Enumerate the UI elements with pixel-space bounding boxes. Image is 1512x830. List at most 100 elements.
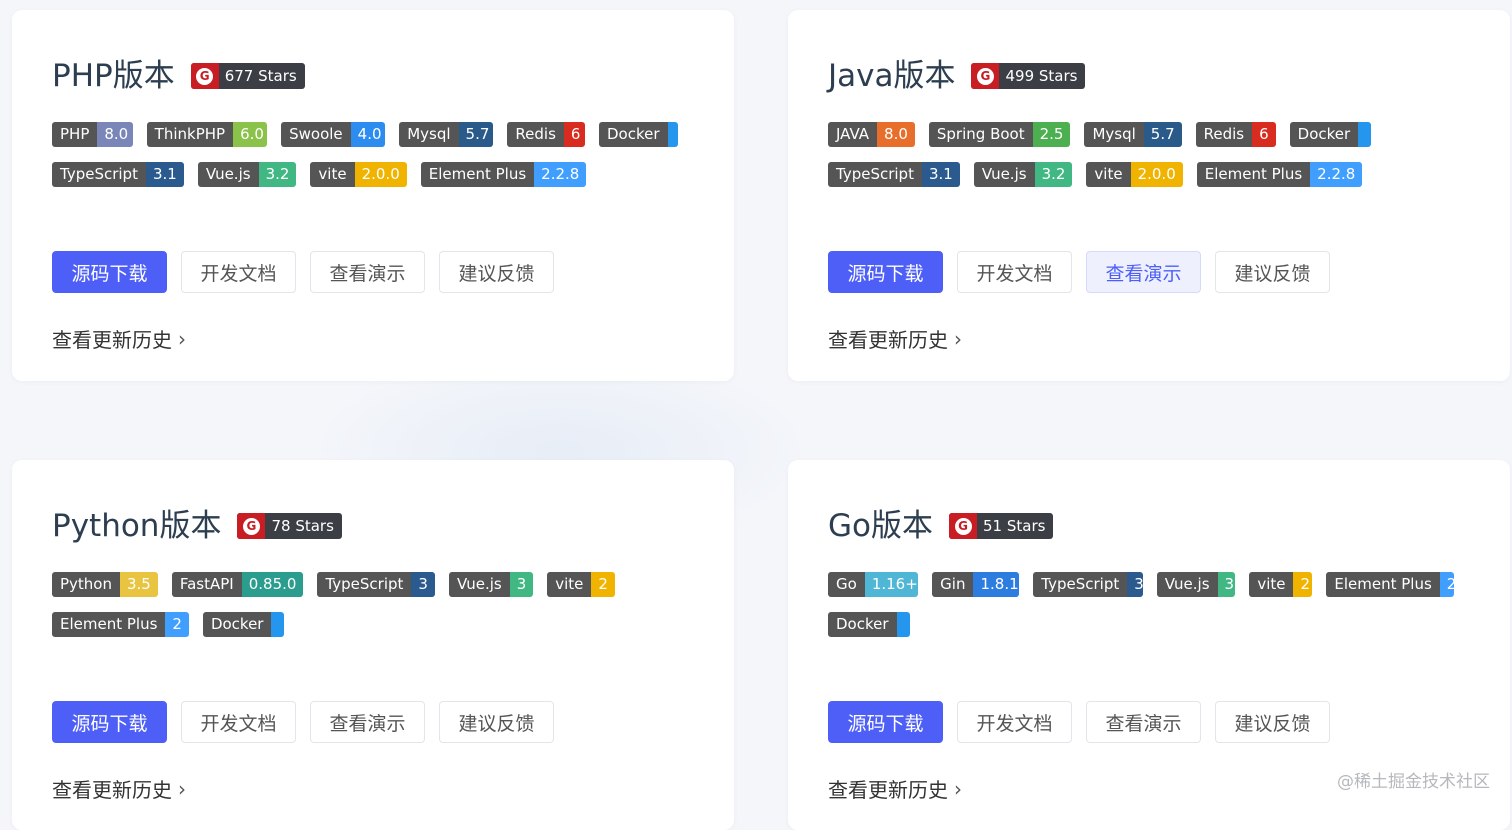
badge-value: 2.2.8 (534, 162, 587, 187)
feedback-button[interactable]: 建议反馈 (1215, 251, 1330, 293)
badge-label: Go (828, 572, 865, 597)
gitee-logo-glyph: G (976, 67, 994, 85)
tech-badge: Vue.js 3.2 (973, 162, 1073, 187)
gitee-icon: G (237, 513, 266, 539)
badge-row: TypeScript 3.1 Vue.js 3.2 vite 2.0.0 Element P… (828, 162, 1468, 187)
demo-button[interactable]: 查看演示 (1086, 251, 1201, 293)
version-card-python: Python版本 G 78 Stars Python 3.5 FastAPI 0.85.0 T… (12, 460, 734, 830)
tech-badge: Docker (1289, 122, 1372, 147)
badge-value: 3.1 (145, 162, 184, 187)
feedback-button[interactable]: 建议反馈 (1215, 701, 1330, 743)
feedback-button[interactable]: 建议反馈 (439, 251, 554, 293)
tech-badges: Python 3.5 FastAPI 0.85.0 TypeScript 3 Vue.js 3… (52, 572, 692, 652)
tech-badge: Python 3.5 (52, 572, 158, 597)
tech-badge: Mysql 5.7 (1084, 122, 1182, 147)
badge-value: 0.85.0 (241, 572, 304, 597)
tech-badge: Go 1.16+ (828, 572, 919, 597)
update-history-link[interactable]: 查看更新历史 › (52, 324, 186, 353)
card-title: Go版本 (828, 508, 933, 544)
update-history-label: 查看更新历史 (52, 328, 172, 352)
action-buttons: 源码下载 开发文档 查看演示 建议反馈 (828, 251, 1344, 293)
tech-badge: PHP 8.0 (52, 122, 133, 147)
version-card-java: Java版本 G 499 Stars JAVA 8.0 Spring Boot 2.5 Mys… (788, 10, 1510, 381)
version-card-php: PHP版本 G 677 Stars PHP 8.0 ThinkPHP 6.0 Swoole 4.… (12, 10, 734, 381)
tech-badges: JAVA 8.0 Spring Boot 2.5 Mysql 5.7 Redis 6 Docke… (828, 122, 1468, 202)
badge-value: 2.5 (1032, 122, 1071, 147)
badge-row: JAVA 8.0 Spring Boot 2.5 Mysql 5.7 Redis 6 Docke… (828, 122, 1468, 147)
badge-value: 5.7 (458, 122, 494, 147)
gitee-icon: G (971, 63, 1000, 89)
gitee-stars-badge[interactable]: G 677 Stars (190, 63, 305, 89)
gitee-logo-glyph: G (242, 517, 260, 535)
gitee-icon: G (949, 513, 977, 539)
tech-badge: JAVA 8.0 (828, 122, 915, 147)
feedback-button[interactable]: 建议反馈 (439, 701, 554, 743)
tech-badge: FastAPI 0.85.0 (171, 572, 304, 597)
card-title: PHP版本 (52, 58, 175, 94)
chevron-right-icon: › (178, 326, 186, 351)
action-buttons: 源码下载 开发文档 查看演示 建议反馈 (52, 251, 568, 293)
stars-count: 78 Stars (271, 517, 334, 535)
badge-value: 1.16+ (864, 572, 919, 597)
badge-label: Vue.js (1156, 572, 1218, 597)
badge-label: Swoole (281, 122, 351, 147)
tech-badge: ThinkPHP 6.0 (146, 122, 268, 147)
badge-value: 2 (1293, 572, 1313, 597)
badge-label: FastAPI (171, 572, 242, 597)
download-source-button[interactable]: 源码下载 (828, 701, 943, 743)
download-source-button[interactable]: 源码下载 (828, 251, 943, 293)
tech-badge: Vue.js 3.2 (197, 162, 297, 187)
badge-label: Spring Boot (928, 122, 1033, 147)
update-history-label: 查看更新历史 (52, 778, 172, 802)
update-history-label: 查看更新历史 (828, 328, 948, 352)
badge-value: 2 (591, 572, 615, 597)
badge-value: 2 (1439, 572, 1454, 597)
docs-button[interactable]: 开发文档 (957, 701, 1072, 743)
gitee-icon: G (190, 63, 219, 89)
docs-button[interactable]: 开发文档 (181, 251, 296, 293)
docs-button[interactable]: 开发文档 (957, 251, 1072, 293)
badge-label: Vue.js (197, 162, 259, 187)
download-source-button[interactable]: 源码下载 (52, 701, 167, 743)
demo-button[interactable]: 查看演示 (1086, 701, 1201, 743)
tech-badge: TypeScript 3.1 (52, 162, 184, 187)
gitee-stars-badge[interactable]: G 51 Stars (949, 513, 1054, 539)
stars-count: 51 Stars (983, 517, 1046, 535)
tech-badge: Mysql 5.7 (399, 122, 494, 147)
badge-value: 3 (509, 572, 534, 597)
badge-label: TypeScript (1033, 572, 1128, 597)
badge-label: vite (1086, 162, 1131, 187)
tech-badge: Swoole 4.0 (281, 122, 386, 147)
badge-label: Element Plus (52, 612, 166, 637)
download-source-button[interactable]: 源码下载 (52, 251, 167, 293)
badge-label: PHP (52, 122, 98, 147)
badge-label: ThinkPHP (146, 122, 234, 147)
badge-row: Element Plus 2 Docker (52, 612, 692, 637)
tech-badge: Element Plus 2 (1326, 572, 1454, 597)
demo-button[interactable]: 查看演示 (310, 701, 425, 743)
badge-value: 3.2 (258, 162, 297, 187)
docs-button[interactable]: 开发文档 (181, 701, 296, 743)
chevron-right-icon: › (178, 776, 186, 801)
badge-label: Mysql (1084, 122, 1144, 147)
update-history-link[interactable]: 查看更新历史 › (828, 774, 962, 803)
gitee-stars-badge[interactable]: G 499 Stars (971, 63, 1086, 89)
badge-value (667, 122, 678, 147)
card-header: Java版本 G 499 Stars (828, 56, 1086, 96)
watermark: @稀土掘金技术社区 (1337, 772, 1490, 792)
badge-row: Go 1.16+ Gin 1.8.1 TypeScript 3 Vue.js 3 vite 2 El… (828, 572, 1468, 597)
badge-value: 3.2 (1034, 162, 1073, 187)
badge-label: Python (52, 572, 120, 597)
update-history-link[interactable]: 查看更新历史 › (52, 774, 186, 803)
badge-row: TypeScript 3.1 Vue.js 3.2 vite 2.0.0 Element P… (52, 162, 692, 187)
badge-value: 6 (1252, 122, 1276, 147)
tech-badge: vite 2 (547, 572, 615, 597)
update-history-link[interactable]: 查看更新历史 › (828, 324, 962, 353)
badge-label: TypeScript (828, 162, 922, 187)
gitee-stars-badge[interactable]: G 78 Stars (237, 513, 342, 539)
demo-button[interactable]: 查看演示 (310, 251, 425, 293)
badge-value: 3 (411, 572, 435, 597)
badge-label: vite (310, 162, 355, 187)
badge-value: 8.0 (877, 122, 915, 147)
badge-label: TypeScript (52, 162, 146, 187)
